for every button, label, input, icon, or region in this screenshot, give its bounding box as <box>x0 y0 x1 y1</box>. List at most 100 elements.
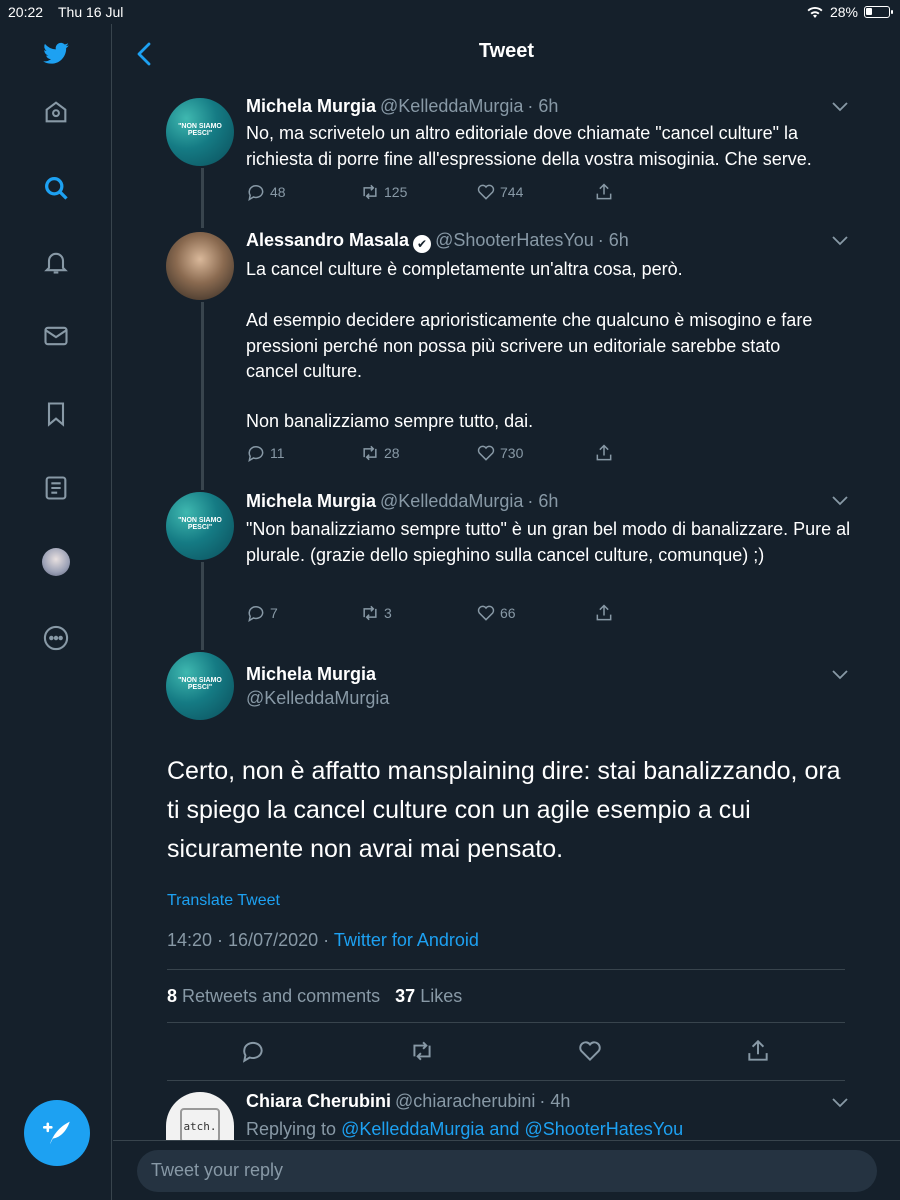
heart-icon[interactable] <box>577 1038 603 1064</box>
chevron-down-icon[interactable] <box>832 236 848 246</box>
tweet-text: "Non banalizziamo sempre tutto" è un gra… <box>246 519 851 565</box>
author-name[interactable]: Chiara Cherubini <box>246 1091 391 1111</box>
reply-icon <box>248 185 264 202</box>
reply-button[interactable]: 48 <box>246 182 286 202</box>
author-handle[interactable]: @KelleddaMurgia <box>380 491 523 511</box>
tweet-time: · 4h <box>539 1091 571 1111</box>
bookmarks-icon[interactable] <box>36 394 76 434</box>
share-button[interactable] <box>594 182 614 202</box>
likes-stat[interactable]: 37 Likes <box>395 986 462 1006</box>
notifications-icon[interactable] <box>36 242 76 282</box>
chevron-down-icon[interactable] <box>832 496 848 506</box>
author-handle[interactable]: @chiaracherubini <box>395 1091 535 1111</box>
reply-count: 48 <box>270 184 286 200</box>
status-bar: 20:22 Thu 16 Jul 28% <box>0 0 900 24</box>
tweet-metadata: 14:20 · 16/07/2020 · Twitter for Android <box>167 930 479 951</box>
thread-connector <box>201 562 204 650</box>
tweet-time: · 6h <box>527 491 559 511</box>
reply-count: 7 <box>270 605 278 621</box>
reply-count: 11 <box>270 445 285 461</box>
like-button[interactable]: 66 <box>476 603 516 623</box>
status-right: 28% <box>806 4 893 20</box>
compose-tweet-button[interactable] <box>24 1100 90 1166</box>
divider <box>167 969 845 970</box>
messages-icon[interactable] <box>36 316 76 356</box>
search-icon[interactable] <box>36 168 76 208</box>
chevron-down-icon[interactable] <box>832 670 848 680</box>
share-button[interactable] <box>594 443 614 463</box>
chevron-down-icon[interactable] <box>832 102 848 112</box>
tweet-timestamp: 14:20 · 16/07/2020 · <box>167 930 334 950</box>
avatar[interactable] <box>166 232 234 300</box>
tweet-text-line: La cancel culture è completamente un'alt… <box>246 259 683 279</box>
tweet-actions: 7 3 66 <box>246 603 646 625</box>
reply-icon <box>248 446 264 463</box>
tweet-time: · 6h <box>597 230 629 250</box>
more-icon[interactable] <box>36 618 76 658</box>
status-time: 20:22 <box>8 4 44 20</box>
reply-icon[interactable] <box>240 1038 266 1064</box>
like-button[interactable]: 730 <box>476 443 523 463</box>
share-icon[interactable] <box>745 1038 771 1064</box>
retweet-count: 3 <box>384 605 392 621</box>
retweet-button[interactable]: 28 <box>360 443 400 463</box>
avatar[interactable]: "NON SIAMO PESCI" <box>166 492 234 560</box>
twitter-bird-icon[interactable] <box>36 34 76 74</box>
author-handle[interactable]: @KelleddaMurgia <box>246 688 389 709</box>
avatar[interactable]: atch. <box>166 1092 234 1140</box>
retweet-button[interactable]: 125 <box>360 182 407 202</box>
author-handle[interactable]: @ShooterHatesYou <box>435 230 594 250</box>
battery-icon <box>864 6 893 18</box>
lists-icon[interactable] <box>36 468 76 508</box>
heart-icon <box>477 184 495 200</box>
verified-badge-icon: ✔ <box>413 235 432 253</box>
translate-tweet-link[interactable]: Translate Tweet <box>167 892 280 910</box>
tweet-actions: 11 28 730 <box>246 443 646 465</box>
compose-tweet-icon <box>42 1121 70 1145</box>
tweet-stats: 8 Retweets and comments 37 Likes <box>167 986 462 1007</box>
header: Tweet <box>113 24 900 82</box>
tweet-text-line: Non banalizziamo sempre tutto, dai. <box>246 411 534 431</box>
retweet-icon[interactable] <box>409 1038 435 1064</box>
reply-button[interactable]: 7 <box>246 603 278 623</box>
retweet-button[interactable]: 3 <box>360 603 392 623</box>
retweets-stat[interactable]: 8 Retweets and comments <box>167 986 380 1006</box>
heart-icon <box>477 605 495 621</box>
retweet-count: 28 <box>384 445 400 461</box>
retweet-count: 125 <box>384 184 408 200</box>
page-title: Tweet <box>478 40 535 62</box>
battery-level <box>866 8 872 15</box>
author-name[interactable]: Alessandro Masala <box>246 230 409 250</box>
home-icon[interactable] <box>36 92 76 132</box>
tweet-source-link[interactable]: Twitter for Android <box>334 930 479 950</box>
author-name[interactable]: Michela Murgia <box>246 664 376 685</box>
thread-connector <box>201 302 204 490</box>
author-handle[interactable]: @KelleddaMurgia <box>380 96 523 116</box>
status-date: Thu 16 Jul <box>58 4 124 20</box>
share-icon <box>596 183 612 200</box>
chevron-down-icon[interactable] <box>832 1098 848 1108</box>
profile-avatar[interactable] <box>36 542 76 582</box>
share-icon <box>596 604 612 621</box>
retweet-icon <box>363 605 377 621</box>
share-button[interactable] <box>594 603 614 623</box>
reply-composer: Tweet your reply <box>113 1140 900 1200</box>
avatar[interactable]: "NON SIAMO PESCI" <box>166 98 234 166</box>
main-tweet-actions <box>167 1038 845 1064</box>
like-button[interactable]: 744 <box>476 182 523 202</box>
heart-icon <box>477 445 495 461</box>
share-icon <box>596 444 612 461</box>
tweet-header: Chiara Cherubini @chiaracherubini · 4h <box>246 1091 570 1112</box>
replying-to-link[interactable]: @KelleddaMurgia and @ShooterHatesYou <box>341 1119 683 1139</box>
tweet-header: Alessandro Masala ✔ @ShooterHatesYou · 6h <box>246 230 629 253</box>
avatar[interactable]: "NON SIAMO PESCI" <box>166 652 234 720</box>
battery-percent: 28% <box>829 4 858 20</box>
author-name[interactable]: Michela Murgia <box>246 491 376 511</box>
like-count: 66 <box>500 605 516 621</box>
retweet-icon <box>363 445 377 461</box>
author-name[interactable]: Michela Murgia <box>246 96 376 116</box>
tweet-time: · 6h <box>527 96 559 116</box>
reply-button[interactable]: 11 <box>246 443 285 463</box>
divider <box>167 1022 845 1023</box>
reply-input[interactable]: Tweet your reply <box>137 1150 877 1192</box>
